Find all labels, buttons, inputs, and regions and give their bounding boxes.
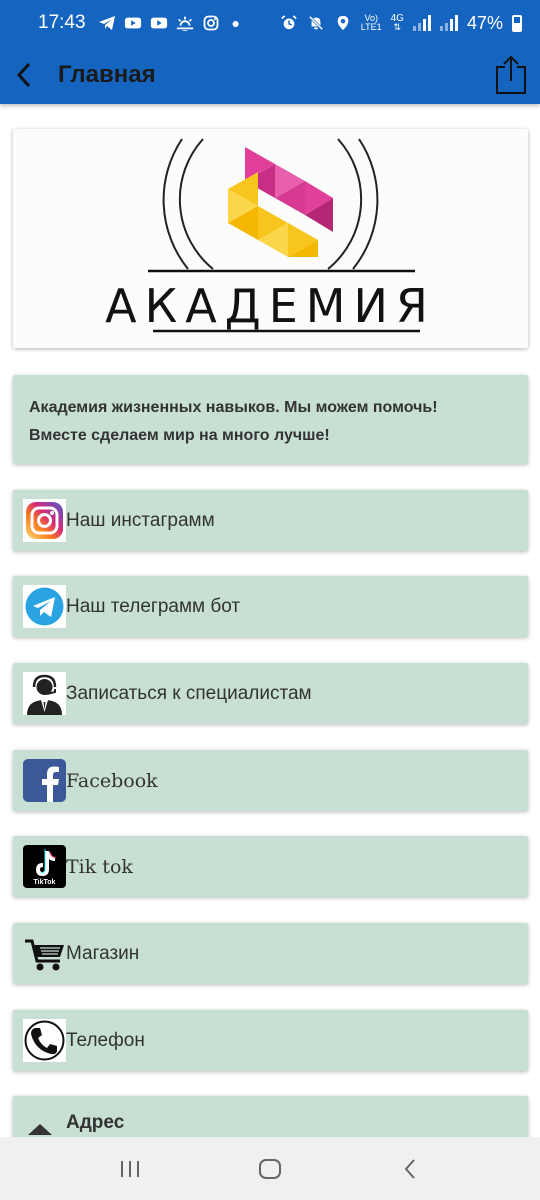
tiktok-icon: TikTok <box>23 845 66 888</box>
recent-apps-button[interactable] <box>100 1144 160 1194</box>
4g-icon: 4G ⇅ <box>390 13 404 32</box>
phone-link-button[interactable]: Телефон <box>13 1010 528 1071</box>
link-label: Facebook <box>66 769 158 792</box>
tiktok-link-button[interactable]: TikTok Tik tok <box>13 836 528 897</box>
shop-link-button[interactable]: Магазин <box>13 923 528 984</box>
telegram-icon <box>23 585 66 628</box>
back-icon <box>404 1158 415 1179</box>
link-label: Телефон <box>66 1029 145 1051</box>
link-label: Магазин <box>66 942 140 964</box>
instagram-icon <box>23 499 66 542</box>
home-button[interactable] <box>240 1144 300 1194</box>
about-text-line2: Вместе сделаем мир на много лучше! <box>29 427 330 444</box>
specialists-link-button[interactable]: Записаться к специалистам <box>13 663 528 724</box>
chevron-up-icon <box>28 1124 52 1135</box>
recent-apps-icon <box>121 1160 139 1177</box>
location-icon <box>337 15 349 31</box>
link-label: Записаться к специалистам <box>66 682 312 704</box>
battery-level: 47% <box>466 12 503 33</box>
chevron-left-icon <box>16 62 31 88</box>
share-icon <box>496 55 526 94</box>
facebook-link-button[interactable]: Facebook <box>13 750 528 811</box>
system-nav-bar <box>0 1137 540 1200</box>
battery-icon <box>512 14 522 32</box>
app-bar: Главная <box>0 46 540 104</box>
telegram-link-button[interactable]: Наш телеграмм бот <box>13 576 528 637</box>
shopping-cart-icon <box>23 932 66 975</box>
telegram-icon <box>98 16 115 30</box>
tiktok-icon-caption: TikTok <box>33 879 56 886</box>
back-button[interactable] <box>6 55 42 95</box>
mute-icon <box>308 15 323 31</box>
link-label: Tik tok <box>66 855 133 878</box>
instagram-link-button[interactable]: Наш инстаграмм <box>13 490 528 551</box>
dot-icon: ● <box>231 15 241 31</box>
signal-icon <box>412 15 431 31</box>
support-agent-icon <box>23 672 66 715</box>
logo-banner: АКАДЕМИЯ <box>13 129 528 348</box>
logo-wordmark: АКАДЕМИЯ <box>105 279 436 333</box>
about-card: Академия жизненных навыков. Мы можем пом… <box>13 375 528 464</box>
instagram-icon <box>203 15 218 31</box>
address-label: Адрес <box>66 1112 125 1133</box>
page-title: Главная <box>58 61 156 88</box>
address-card[interactable]: Адрес <box>13 1096 528 1137</box>
phone-icon <box>23 1019 66 1062</box>
status-bar: 17:43 ● Vo) LTE1 4G ⇅ 47% <box>0 0 540 46</box>
system-back-button[interactable] <box>380 1144 440 1194</box>
link-label: Наш инстаграмм <box>66 509 215 531</box>
facebook-icon <box>23 759 66 802</box>
volte-icon: Vo) LTE1 <box>360 13 382 32</box>
status-time: 17:43 <box>38 12 86 33</box>
home-icon <box>259 1158 281 1179</box>
youtube-icon <box>124 17 141 29</box>
youtube-icon <box>150 17 167 29</box>
about-text-line1: Академия жизненных навыков. Мы можем пом… <box>29 399 438 416</box>
signal-icon <box>439 15 458 31</box>
content-area[interactable]: АКАДЕМИЯ Академия жизненных навыков. Мы … <box>0 104 540 1137</box>
share-button[interactable] <box>494 54 528 96</box>
alarm-icon <box>281 15 297 30</box>
link-label: Наш телеграмм бот <box>66 595 241 617</box>
weather-icon <box>175 16 194 31</box>
